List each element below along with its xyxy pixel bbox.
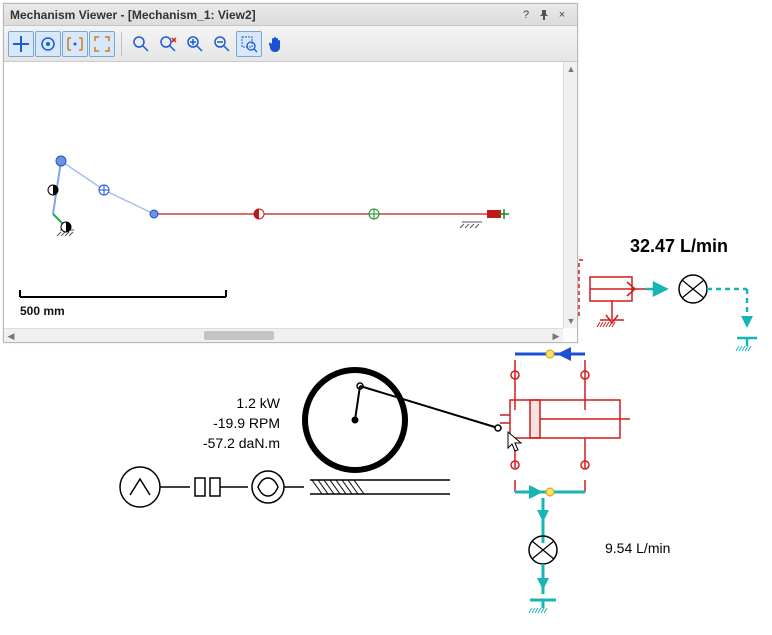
- target-icon: [39, 35, 57, 53]
- close-button[interactable]: ×: [553, 7, 571, 23]
- zoom-in-button[interactable]: [182, 31, 208, 57]
- scroll-left-icon: ◀: [4, 329, 18, 343]
- scale-label: 500 mm: [20, 304, 65, 318]
- help-button[interactable]: ?: [517, 7, 535, 23]
- mechanism-drawing: [4, 62, 564, 328]
- expand-icon: [93, 35, 111, 53]
- zoom-in-icon: [186, 35, 204, 53]
- zoom-window-button[interactable]: [128, 31, 154, 57]
- zoom-reset-button[interactable]: [155, 31, 181, 57]
- power-readout: 1.2 kW: [190, 395, 280, 411]
- window-title: Mechanism Viewer - [Mechanism_1: View2]: [10, 8, 517, 22]
- crosshair-plus-icon: [12, 35, 30, 53]
- fit-all-button[interactable]: [89, 31, 115, 57]
- flow-top-readout: 32.47 L/min: [630, 236, 728, 257]
- toolbar-group-view: [8, 31, 115, 57]
- toolbar-separator: [121, 32, 122, 56]
- scroll-thumb[interactable]: [204, 331, 274, 340]
- hand-icon: [267, 35, 285, 53]
- torque-readout: -57.2 daN.m: [190, 435, 280, 451]
- scroll-down-icon: ▼: [564, 314, 578, 328]
- move-tool-button[interactable]: [8, 31, 34, 57]
- flow-bottom-readout: 9.54 L/min: [605, 540, 670, 556]
- select-area-icon: [240, 35, 258, 53]
- scroll-up-icon: ▲: [564, 62, 578, 76]
- track-tool-button[interactable]: [62, 31, 88, 57]
- pan-button[interactable]: [263, 31, 289, 57]
- titlebar: Mechanism Viewer - [Mechanism_1: View2] …: [4, 4, 577, 26]
- scroll-right-icon: ▶: [549, 329, 563, 343]
- select-area-button[interactable]: [236, 31, 262, 57]
- mechanism-canvas[interactable]: 500 mm: [4, 62, 577, 328]
- target-tool-button[interactable]: [35, 31, 61, 57]
- brackets-icon: [66, 35, 84, 53]
- vertical-scrollbar[interactable]: ▲ ▼: [563, 62, 577, 328]
- pin-button[interactable]: [535, 7, 553, 23]
- cursor-icon: [508, 432, 521, 451]
- toolbar: [4, 26, 577, 62]
- speed-readout: -19.9 RPM: [190, 415, 280, 431]
- zoom-out-icon: [213, 35, 231, 53]
- pin-icon: [539, 10, 549, 20]
- magnify-icon: [132, 35, 150, 53]
- magnify-reset-icon: [159, 35, 177, 53]
- toolbar-group-zoom: [128, 31, 289, 57]
- zoom-out-button[interactable]: [209, 31, 235, 57]
- mechanism-viewer-panel: Mechanism Viewer - [Mechanism_1: View2] …: [3, 3, 578, 343]
- horizontal-scrollbar[interactable]: ◀ ▶: [4, 328, 563, 342]
